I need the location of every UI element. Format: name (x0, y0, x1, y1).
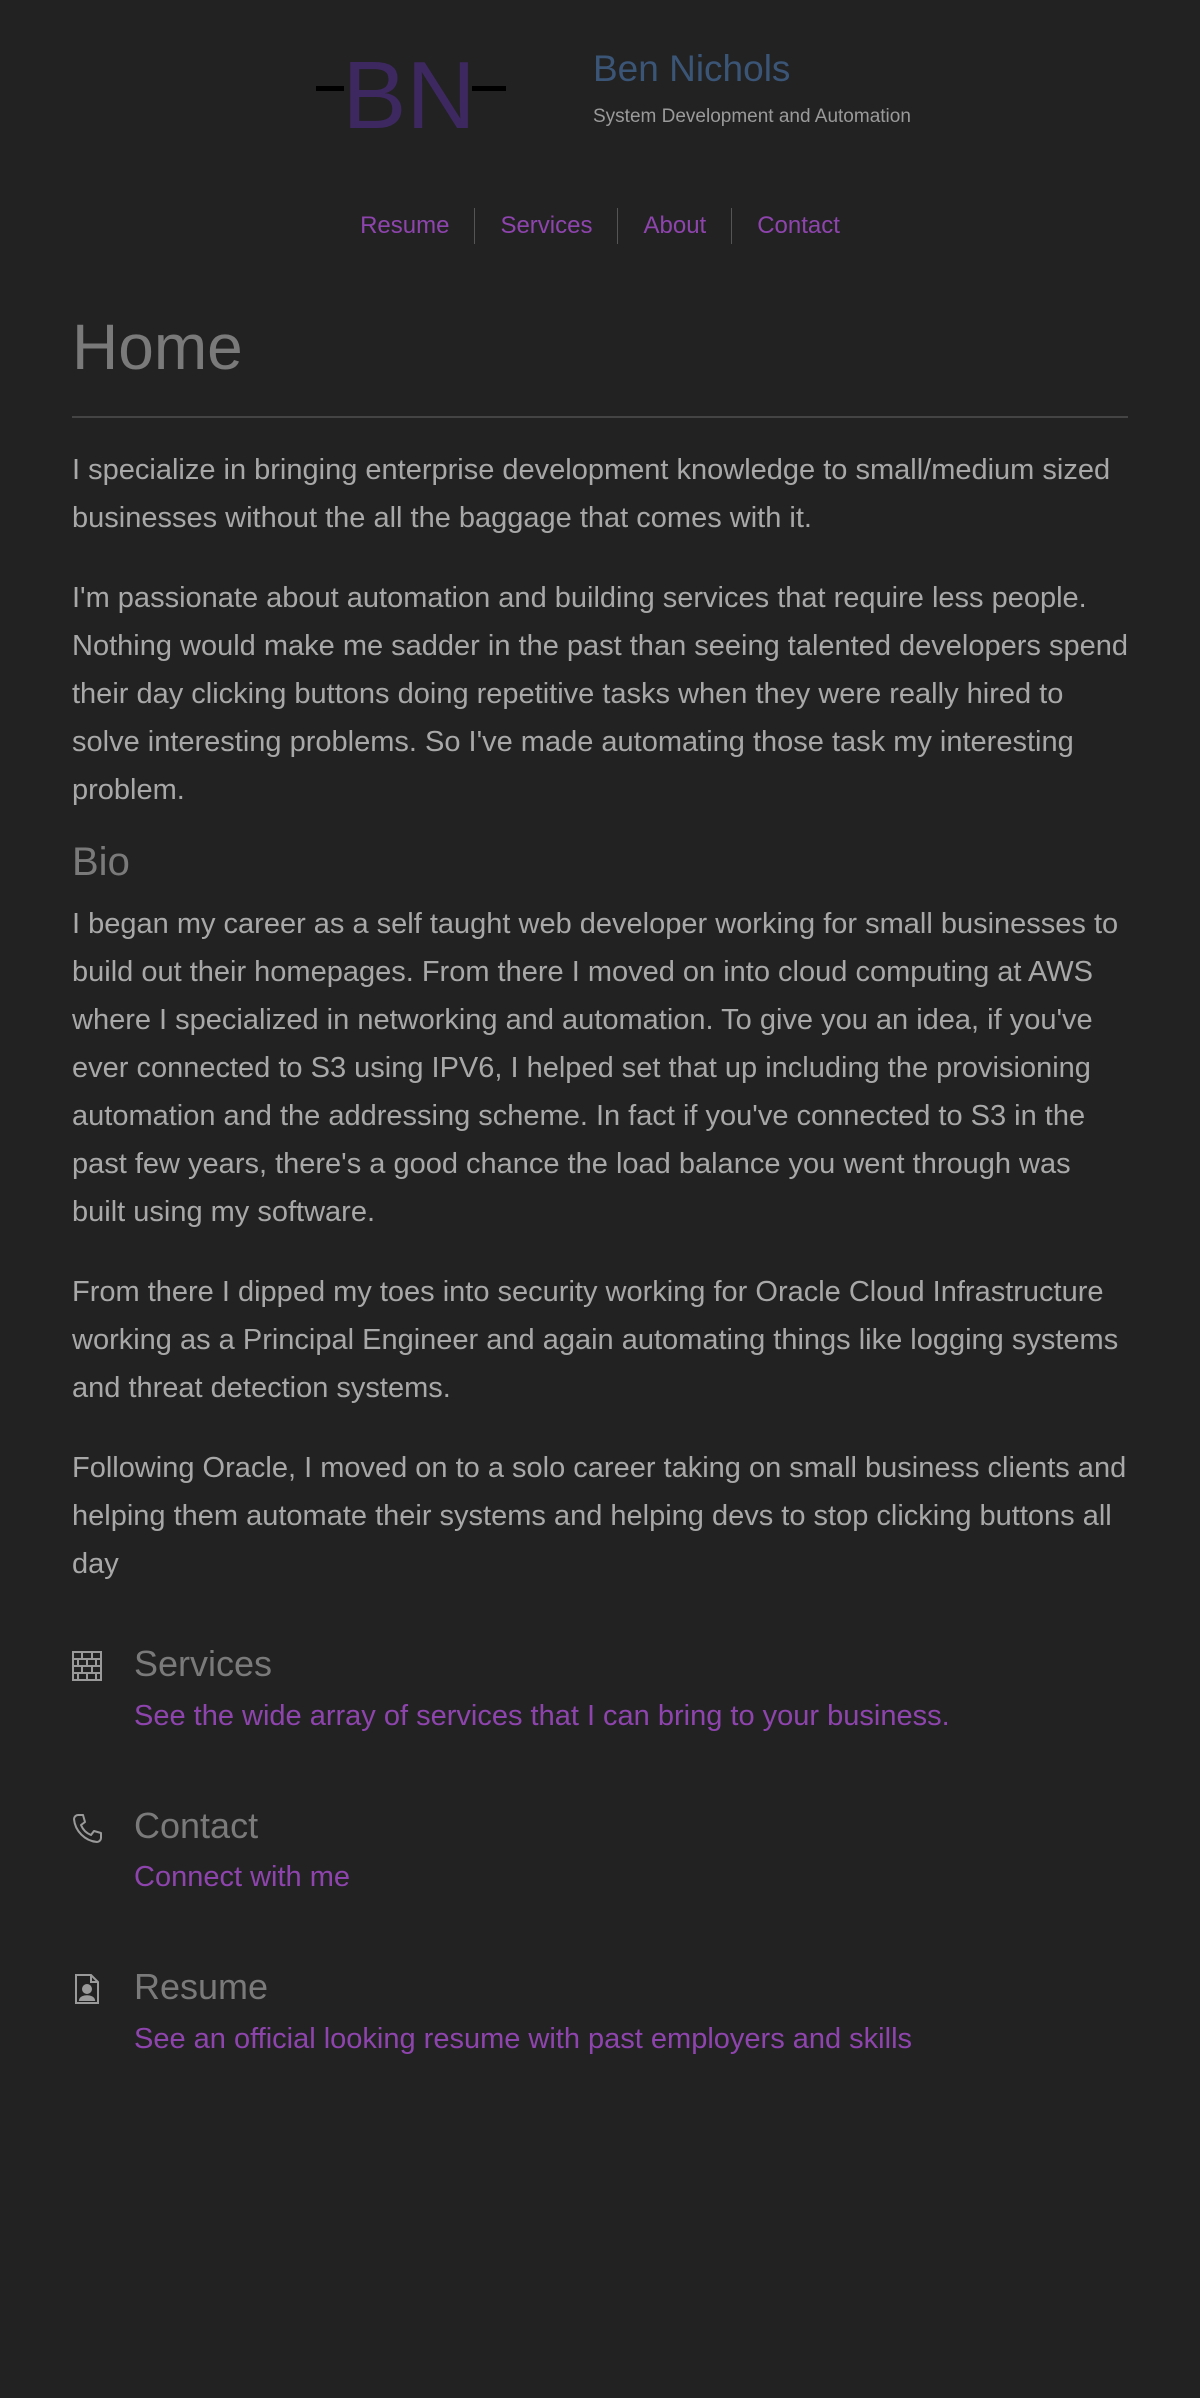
site-title[interactable]: Ben Nichols (593, 48, 790, 90)
intro-paragraph: I specialize in bringing enterprise deve… (72, 454, 1111, 535)
services-link[interactable]: See the wide array of services that I ca… (134, 1700, 950, 1732)
nav-services[interactable]: Services (474, 208, 617, 244)
site-tagline: System Development and Automation (593, 106, 911, 127)
feature-resume: Resume See an official looking resume wi… (72, 1967, 1128, 2058)
bio-paragraph: Following Oracle, I moved on to a solo c… (72, 1452, 1127, 1581)
logo-right-bar (472, 86, 506, 91)
main-content: Home I specialize in bringing enterprise… (72, 300, 1128, 2128)
main-nav: Resume Services About Contact (0, 208, 1200, 244)
feature-title-contact: Contact (134, 1804, 259, 1846)
bio-heading: Bio (72, 840, 130, 885)
brick-wall-icon (72, 1651, 102, 1682)
feature-title-services: Services (134, 1643, 273, 1685)
site-logo[interactable]: BN (312, 46, 508, 136)
resume-link[interactable]: See an official looking resume with past… (134, 2023, 912, 2055)
resume-file-icon (75, 1973, 99, 2004)
phone-icon (73, 1813, 102, 1843)
bio-paragraph: I began my career as a self taught web d… (72, 908, 1119, 1229)
feature-contact: Contact Connect with me (72, 1806, 1128, 1897)
logo-left-bar (316, 86, 344, 91)
feature-title-resume: Resume (134, 1965, 269, 2007)
feature-services: Services See the wide array of services … (72, 1644, 1128, 1735)
nav-about[interactable]: About (617, 208, 731, 244)
site-header: BN Ben Nichols System Development and Au… (0, 0, 1200, 180)
nav-resume[interactable]: Resume (335, 208, 474, 244)
nav-contact[interactable]: Contact (731, 208, 865, 244)
title-divider (72, 416, 1128, 419)
intro-paragraph: I'm passionate about automation and buil… (72, 582, 1128, 807)
contact-link[interactable]: Connect with me (134, 1861, 350, 1893)
bio-paragraph: From there I dipped my toes into securit… (72, 1276, 1119, 1405)
page-title: Home (72, 311, 243, 383)
logo-text: BN (342, 46, 475, 136)
